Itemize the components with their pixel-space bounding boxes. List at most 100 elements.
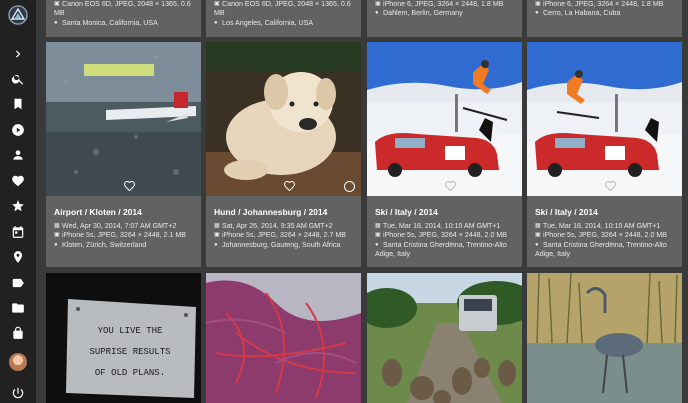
location-info: Los Angeles, California, USA — [222, 18, 314, 27]
camera-icon: ▣ — [54, 1, 60, 7]
favorite-icon[interactable] — [533, 180, 682, 192]
photo-title[interactable]: Ski / Italy / 2014 — [375, 207, 438, 217]
location-icon: ● — [535, 10, 539, 17]
app-logo[interactable] — [8, 5, 28, 25]
date-info: Wed, Apr 30, 2014, 7:07 AM GMT+2 — [62, 222, 177, 230]
location-info-cont: Adige, Italy — [375, 250, 411, 259]
photo-thumbnail[interactable] — [46, 42, 201, 196]
camera-info: iPhone 5s, JPEG, 3264 × 2448, 2.7 MB — [222, 231, 347, 240]
photo-card[interactable]: ▣ iPhone 6, JPEG, 3264 × 2448, 1.8 MB ● Ce… — [527, 0, 682, 37]
location-info: Cerro, La Habana, Cuba — [543, 9, 621, 18]
photo-thumbnail[interactable] — [367, 273, 522, 403]
photo-meta: ▣ iPhone 6, JPEG, 3264 × 2448, 1.8 MB ● Da… — [375, 0, 518, 19]
photo-card[interactable] — [206, 273, 361, 403]
star-icon[interactable] — [8, 196, 28, 216]
camera-icon: ▣ — [214, 232, 220, 239]
location-info: Johannesburg, Gauteng, South Africa — [222, 240, 341, 249]
calendar-icon: ▦ — [54, 223, 60, 229]
location-icon: ● — [54, 19, 58, 26]
photo-meta: ▣ iPhone 6, JPEG, 3264 × 2448, 1.8 MB ● Ce… — [535, 0, 678, 19]
camera-icon: ▣ — [375, 232, 381, 239]
date-info: Tue, Mar 18, 2014, 10:10 AM GMT+1 — [543, 222, 661, 230]
date-info: Tue, Mar 18, 2014, 10:10 AM GMT+1 — [383, 222, 501, 230]
camera-info: iPhone 5s, JPEG, 3264 × 2448, 2.0 MB — [383, 231, 508, 240]
favorite-icon[interactable] — [373, 180, 522, 192]
favorite-icon[interactable] — [212, 180, 361, 192]
photo-thumbnail[interactable]: YOU LIVE THE SUPRISE RESULTS OF OLD PLAN… — [46, 273, 201, 403]
photo-meta: ▦ Tue, Mar 18, 2014, 10:10 AM GMT+1 ▣ iPho… — [375, 222, 518, 260]
photo-title[interactable]: Ski / Italy / 2014 — [535, 207, 598, 217]
camera-icon: ▣ — [214, 1, 220, 7]
camera-info: Canon EOS 6D, JPEG, 2048 × 1365, 0.6 — [62, 0, 191, 8]
location-icon: ● — [214, 241, 218, 248]
label-icon[interactable] — [8, 273, 28, 293]
avatar[interactable] — [9, 353, 27, 371]
photo-card[interactable]: ▣ Canon EOS 6D, JPEG, 2048 × 1365, 0.6 MB… — [206, 0, 361, 37]
lock-icon[interactable] — [8, 323, 28, 343]
person-icon[interactable] — [8, 145, 28, 165]
photo-card[interactable]: Hund / Johannesburg / 2014 ▦ Sat, Apr 26,… — [206, 42, 361, 267]
calendar-icon: ▦ — [214, 223, 220, 229]
photo-title[interactable]: Airport / Kloten / 2014 — [54, 207, 142, 217]
photo-thumbnail[interactable] — [367, 42, 522, 196]
folder-icon[interactable] — [8, 298, 28, 318]
camera-info: iPhone 5s, JPEG, 3264 × 2448, 2.1 MB — [62, 231, 187, 240]
photo-meta: ▣ Canon EOS 6D, JPEG, 2048 × 1365, 0.6 MB… — [214, 0, 357, 28]
sign-line: SUPRISE RESULTS — [89, 347, 170, 357]
date-info: Sat, Apr 26, 2014, 9:35 AM GMT+2 — [222, 222, 333, 230]
photo-meta: ▣ Canon EOS 6D, JPEG, 2048 × 1365, 0.6 MB… — [54, 0, 197, 28]
camera-icon: ▣ — [375, 1, 381, 7]
photo-thumbnail[interactable] — [527, 42, 682, 196]
photo-card[interactable]: YOU LIVE THE SUPRISE RESULTS OF OLD PLAN… — [46, 273, 201, 403]
camera-info: Canon EOS 6D, JPEG, 2048 × 1365, 0.6 — [222, 0, 351, 8]
camera-icon: ▣ — [535, 232, 541, 239]
camera-icon: ▣ — [535, 1, 541, 7]
location-icon: ● — [54, 241, 58, 248]
camera-info-cont: MB — [214, 9, 225, 18]
photo-card[interactable]: Ski / Italy / 2014 ▦ Tue, Mar 18, 2014, 1… — [527, 42, 682, 267]
photo-card[interactable]: Airport / Kloten / 2014 ▦ Wed, Apr 30, 20… — [46, 42, 201, 267]
photo-title[interactable]: Hund / Johannesburg / 2014 — [214, 207, 327, 217]
location-info: Santa Monica, California, USA — [62, 18, 158, 27]
photo-card[interactable]: ▣ Canon EOS 6D, JPEG, 2048 × 1365, 0.6 MB… — [46, 0, 201, 37]
power-icon[interactable] — [8, 383, 28, 403]
play-icon[interactable] — [8, 120, 28, 140]
location-info: Kloten, Zürich, Switzerland — [62, 240, 147, 249]
location-icon: ● — [375, 10, 379, 17]
photo-card[interactable] — [367, 273, 522, 403]
select-checkbox[interactable] — [344, 181, 355, 192]
photo-meta: ▦ Tue, Mar 18, 2014, 10:10 AM GMT+1 ▣ iPho… — [535, 222, 678, 260]
photo-meta: ▦ Sat, Apr 26, 2014, 9:35 AM GMT+2 ▣ iPhon… — [214, 222, 357, 250]
location-info: Santa Cristina Gherdëina, Trentino-Alto — [543, 240, 667, 249]
photo-thumbnail[interactable] — [527, 273, 682, 403]
favorite-icon[interactable] — [52, 180, 201, 192]
heart-icon[interactable] — [8, 171, 28, 191]
camera-info: iPhone 5s, JPEG, 3264 × 2448, 2.0 MB — [543, 231, 668, 240]
calendar-icon: ▦ — [375, 223, 381, 229]
location-info: Santa Cristina Gherdëina, Trentino-Alto — [383, 240, 507, 249]
location-icon: ● — [214, 19, 218, 26]
camera-info: iPhone 6, JPEG, 3264 × 2448, 1.8 MB — [543, 0, 664, 8]
photo-card[interactable]: ▣ iPhone 6, JPEG, 3264 × 2448, 1.8 MB ● Da… — [367, 0, 522, 37]
camera-info: iPhone 6, JPEG, 3264 × 2448, 1.8 MB — [383, 0, 504, 8]
expand-icon[interactable] — [8, 44, 28, 64]
photo-card[interactable]: Ski / Italy / 2014 ▦ Tue, Mar 18, 2014, 1… — [367, 42, 522, 267]
photo-thumbnail[interactable] — [206, 42, 361, 196]
bookmark-icon[interactable] — [8, 94, 28, 114]
search-icon[interactable] — [8, 69, 28, 89]
camera-info-cont: MB — [54, 9, 65, 18]
photo-thumbnail[interactable] — [206, 273, 361, 403]
location-icon[interactable] — [8, 247, 28, 267]
camera-icon: ▣ — [54, 232, 60, 239]
location-info-cont: Adige, Italy — [535, 250, 571, 259]
sign-line: YOU LIVE THE — [98, 326, 163, 336]
sign-line: OF OLD PLANS. — [95, 368, 165, 378]
calendar-icon[interactable] — [8, 222, 28, 242]
location-info: Dahlem, Berlin, Germany — [383, 9, 463, 18]
location-icon: ● — [375, 241, 379, 248]
photo-card[interactable] — [527, 273, 682, 403]
location-icon: ● — [535, 241, 539, 248]
photo-meta: ▦ Wed, Apr 30, 2014, 7:07 AM GMT+2 ▣ iPhon… — [54, 222, 197, 250]
sidebar — [0, 0, 36, 403]
calendar-icon: ▦ — [535, 223, 541, 229]
